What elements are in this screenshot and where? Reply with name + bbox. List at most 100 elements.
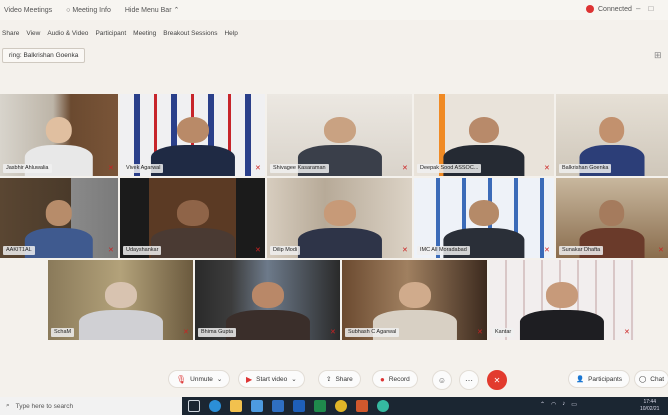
search-placeholder: Type here to search — [15, 402, 74, 410]
muted-mic-icon: ✕ — [255, 165, 261, 172]
muted-mic-icon: ✕ — [658, 247, 664, 254]
participant-name: Subhash C Agarwal — [345, 328, 400, 337]
muted-mic-icon: ✕ — [477, 329, 483, 336]
taskbar-search-box[interactable]: ⌕ Type here to search — [0, 397, 182, 415]
search-icon: ⌕ — [6, 402, 10, 409]
chevron-down-icon: ⌄ — [216, 376, 223, 383]
participant-tile[interactable]: AAKIT1AL ✕ — [0, 178, 118, 258]
muted-mic-icon: ✕ — [402, 247, 408, 254]
active-speaker-label: ring: Balkrishan Goenka — [2, 48, 86, 63]
record-icon: ● — [380, 374, 385, 384]
participant-name: AAKIT1AL — [3, 246, 35, 255]
muted-mic-icon: 🎙 — [176, 374, 187, 384]
participant-name: Vivek Agarwal — [123, 164, 164, 173]
participant-name: Udayshankar — [123, 246, 162, 255]
muted-mic-icon: ✕ — [402, 165, 408, 172]
menu-help[interactable]: Help — [224, 30, 237, 37]
participant-tile[interactable]: IMC All Moradabad ✕ — [414, 178, 554, 258]
meeting-info-menu[interactable]: ○ Meeting Info — [66, 7, 111, 14]
battery-icon[interactable]: ▭ — [571, 401, 577, 408]
more-options-button[interactable]: ⋯ — [459, 370, 479, 390]
participant-tile[interactable]: Udayshankar ✕ — [120, 178, 265, 258]
menu-meeting[interactable]: Meeting — [133, 30, 156, 37]
share-label: Share — [335, 375, 353, 383]
participant-name: Jasbhir Ahluwalia — [3, 164, 52, 173]
participant-tile[interactable]: Dilip Modi ✕ — [267, 178, 412, 258]
file-explorer-icon[interactable] — [230, 400, 242, 412]
muted-mic-icon: ✕ — [108, 165, 114, 172]
outlook-icon[interactable] — [293, 400, 305, 412]
menu-bar: Share View Audio & Video Participant Mee… — [0, 26, 668, 40]
chat-icon: ◯ — [639, 376, 647, 383]
participant-tile[interactable]: Sunakar Dhafta ✕ — [556, 178, 668, 258]
title-bar: Video Meetings ○ Meeting Info Hide Menu … — [0, 0, 668, 20]
chat-button[interactable]: ◯ Chat — [634, 370, 668, 388]
record-button[interactable]: ● Record — [372, 370, 418, 388]
participant-name: Shivagee Kasaraman — [270, 164, 329, 173]
participant-tile[interactable]: Subhash C Agarwal ✕ — [342, 260, 487, 340]
participant-tile[interactable]: Jasbhir Ahluwalia ✕ — [0, 94, 118, 176]
menu-share[interactable]: Share — [2, 30, 19, 37]
clock-time: 17:44 — [643, 399, 656, 405]
taskbar-apps — [188, 400, 389, 412]
store-icon[interactable] — [251, 400, 263, 412]
video-grid: Jasbhir Ahluwalia ✕ Vivek Agarwal ✕ Shiv… — [0, 94, 668, 358]
edge-icon[interactable] — [209, 400, 221, 412]
window-controls: – □ — [636, 4, 653, 13]
video-meetings-menu[interactable]: Video Meetings — [4, 7, 52, 14]
excel-icon[interactable] — [314, 400, 326, 412]
participants-label: Participants — [588, 375, 623, 383]
connection-status: Connected — [586, 5, 632, 13]
webex-icon[interactable] — [377, 400, 389, 412]
hide-menu-bar-label: Hide Menu Bar — [124, 7, 172, 14]
muted-mic-icon: ✕ — [544, 247, 550, 254]
menu-participant[interactable]: Participant — [95, 30, 126, 37]
connection-status-label: Connected — [598, 5, 632, 13]
participant-name: Kantar — [492, 328, 515, 337]
participants-button[interactable]: 👤 Participants — [568, 370, 631, 388]
start-video-label: Start video — [256, 375, 288, 383]
participant-name: Balkrishan Goenka — [559, 164, 612, 173]
participant-name: SchaM — [51, 328, 75, 337]
end-meeting-button[interactable]: ✕ — [487, 370, 507, 390]
menu-view[interactable]: View — [26, 30, 40, 37]
participant-tile[interactable]: SchaM ✕ — [48, 260, 193, 340]
menu-breakout-sessions[interactable]: Breakout Sessions — [163, 30, 217, 37]
muted-mic-icon: ✕ — [108, 247, 114, 254]
system-tray: ⌃ ◠ ♪ ▭ — [540, 401, 577, 408]
wifi-icon[interactable]: ◠ — [551, 401, 556, 408]
video-off-icon: ▶ — [246, 374, 253, 384]
participant-name: Dilip Modi — [270, 246, 301, 255]
unmute-label: Unmute — [190, 375, 213, 383]
unmute-button[interactable]: 🎙 Unmute ⌄ — [168, 370, 231, 388]
participant-tile[interactable]: Shivagee Kasaraman ✕ — [267, 94, 412, 176]
chat-label: Chat — [650, 375, 665, 383]
maximize-icon[interactable]: □ — [648, 4, 653, 13]
layout-icon[interactable]: ⊞ — [654, 50, 666, 62]
participant-tile[interactable]: Bhima Gupta ✕ — [195, 260, 340, 340]
task-view-icon[interactable] — [188, 400, 200, 412]
participant-tile[interactable]: Kantar ✕ — [489, 260, 634, 340]
chevron-down-icon: ⌄ — [291, 376, 297, 383]
muted-mic-icon: ✕ — [544, 165, 550, 172]
reactions-button[interactable]: ☺ — [432, 370, 452, 390]
participant-name: Bhima Gupta — [198, 328, 237, 337]
muted-mic-icon: ✕ — [330, 329, 336, 336]
muted-mic-icon: ✕ — [255, 247, 261, 254]
hide-menu-bar-toggle[interactable]: Hide Menu Bar ⌃ — [125, 6, 180, 14]
participant-tile[interactable]: Vivek Agarwal ✕ — [120, 94, 265, 176]
meeting-info-label: Meeting Info — [72, 6, 111, 14]
share-button[interactable]: ⇪ Share — [318, 370, 361, 388]
minimize-icon[interactable]: – — [636, 4, 640, 13]
participant-tile-active-speaker[interactable]: Balkrishan Goenka — [556, 94, 668, 176]
network-icon[interactable]: ⌃ — [540, 401, 545, 408]
taskbar-clock[interactable]: 17:44 10/02/21 — [640, 399, 659, 413]
volume-icon[interactable]: ♪ — [562, 401, 565, 408]
start-video-button[interactable]: ▶ Start video ⌄ — [238, 370, 305, 388]
chrome-icon[interactable] — [335, 400, 347, 412]
powerpoint-icon[interactable] — [356, 400, 368, 412]
mail-icon[interactable] — [272, 400, 284, 412]
muted-mic-icon: ✕ — [183, 329, 189, 336]
menu-audio-video[interactable]: Audio & Video — [47, 30, 88, 37]
participant-tile[interactable]: Deepak Sood ASSOC... ✕ — [414, 94, 554, 176]
